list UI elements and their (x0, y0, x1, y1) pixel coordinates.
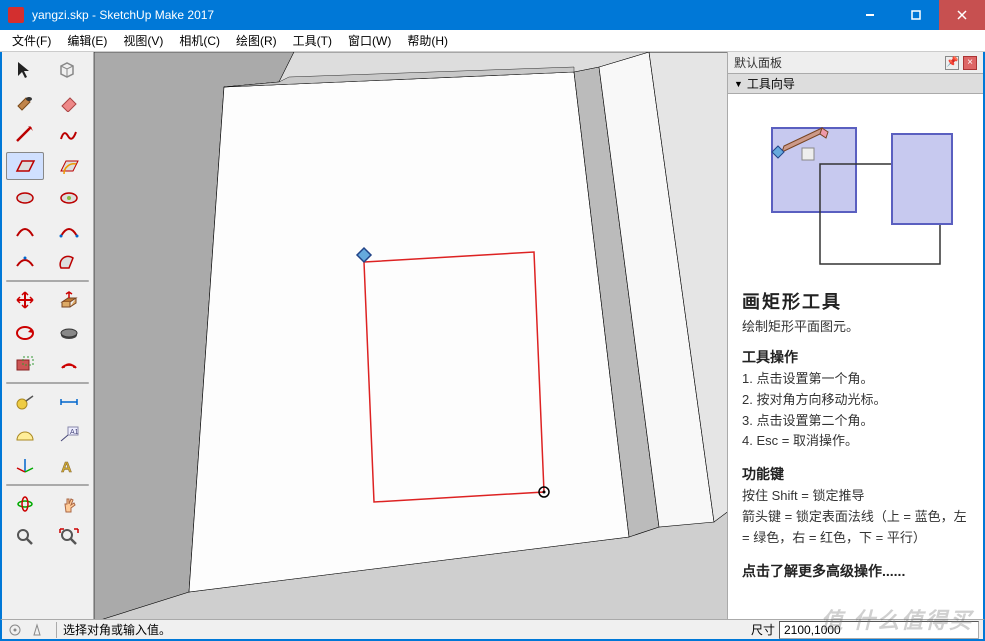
window-controls (847, 0, 985, 30)
step-4: 4. Esc = 取消操作。 (742, 431, 969, 452)
default-tray: 默认面板 📌 × ▼ 工具向导 画矩形工具 绘制矩形平 (727, 52, 983, 619)
paint-tool[interactable] (6, 88, 44, 116)
eraser-tool[interactable] (50, 88, 88, 116)
step-3: 3. 点击设置第二个角。 (742, 411, 969, 432)
sep1 (6, 280, 89, 282)
menu-draw[interactable]: 绘图(R) (228, 30, 285, 51)
modifier-keys-text: 按住 Shift = 锁定推导 箭头键 = 锁定表面法线（上 = 蓝色，左 = … (742, 486, 969, 548)
rotate-tool[interactable] (6, 318, 44, 346)
menu-bar: 文件(F) 编辑(E) 视图(V) 相机(C) 绘图(R) 工具(T) 窗口(W… (0, 30, 985, 52)
offset-tool[interactable] (50, 350, 88, 378)
tray-close-icon[interactable]: × (963, 56, 977, 70)
sep3 (6, 484, 89, 486)
instructor-body: 画矩形工具 绘制矩形平面图元。 工具操作 1. 点击设置第一个角。 2. 按对角… (728, 94, 983, 619)
tool-description: 绘制矩形平面图元。 (742, 316, 969, 335)
credits-icon[interactable] (28, 621, 46, 639)
3dtext-tool[interactable]: A (50, 452, 88, 480)
learn-more-link[interactable]: 点击了解更多高级操作...... (742, 561, 969, 581)
rectangle-tool[interactable] (6, 152, 44, 180)
menu-tools[interactable]: 工具(T) (285, 30, 340, 51)
protractor-tool[interactable] (6, 420, 44, 448)
pin-icon[interactable]: 📌 (945, 56, 959, 70)
zoom-extents-tool[interactable] (50, 522, 88, 550)
operation-heading: 工具操作 (742, 347, 969, 367)
menu-camera[interactable]: 相机(C) (171, 30, 228, 51)
menu-view[interactable]: 视图(V) (115, 30, 171, 51)
measurement-input[interactable] (779, 621, 979, 639)
freehand-tool[interactable] (50, 120, 88, 148)
menu-file[interactable]: 文件(F) (4, 30, 59, 51)
collapse-icon: ▼ (734, 79, 743, 89)
line-tool[interactable] (6, 120, 44, 148)
instructor-diagram (742, 104, 969, 274)
tool-name-heading: 画矩形工具 (742, 288, 969, 314)
window-title: yangzi.skp - SketchUp Make 2017 (32, 8, 847, 22)
text-tool[interactable]: A1 (50, 420, 88, 448)
tape-tool[interactable] (6, 388, 44, 416)
svg-text:A: A (61, 459, 72, 476)
zoom-tool[interactable] (6, 522, 44, 550)
app-icon (8, 7, 24, 23)
move-tool[interactable] (6, 286, 44, 314)
menu-edit[interactable]: 编辑(E) (59, 30, 115, 51)
title-bar: yangzi.skp - SketchUp Make 2017 (0, 0, 985, 30)
measurement-label: 尺寸 (751, 621, 775, 638)
operation-steps: 1. 点击设置第一个角。 2. 按对角方向移动光标。 3. 点击设置第二个角。 … (742, 369, 969, 452)
scale-tool[interactable] (6, 350, 44, 378)
maximize-button[interactable] (893, 0, 939, 30)
pan-tool[interactable] (50, 490, 88, 518)
svg-text:A1: A1 (70, 429, 79, 436)
circle-tool[interactable] (6, 184, 44, 212)
3point-arc-tool[interactable] (6, 248, 44, 276)
followme-tool[interactable] (50, 318, 88, 346)
minimize-button[interactable] (847, 0, 893, 30)
orbit-tool[interactable] (6, 490, 44, 518)
tray-header[interactable]: 默认面板 📌 × (728, 52, 983, 74)
close-button[interactable] (939, 0, 985, 30)
instructor-title: 工具向导 (747, 75, 795, 92)
polygon-tool[interactable] (50, 184, 88, 212)
step-2: 2. 按对角方向移动光标。 (742, 390, 969, 411)
dimension-tool[interactable] (50, 388, 88, 416)
status-bar: 选择对角或输入值。 尺寸 (0, 619, 985, 641)
menu-help[interactable]: 帮助(H) (399, 30, 456, 51)
menu-window[interactable]: 窗口(W) (340, 30, 399, 51)
geolocation-icon[interactable] (6, 621, 24, 639)
make-component-tool[interactable] (50, 56, 88, 84)
toolbar: A1 A (2, 52, 94, 619)
select-tool[interactable] (6, 56, 44, 84)
pushpull-tool[interactable] (50, 286, 88, 314)
modeling-viewport[interactable] (94, 52, 727, 619)
sep2 (6, 382, 89, 384)
instructor-panel-header[interactable]: ▼ 工具向导 (728, 74, 983, 94)
arc-tool[interactable] (6, 216, 44, 244)
2point-arc-tool[interactable] (50, 216, 88, 244)
step-1: 1. 点击设置第一个角。 (742, 369, 969, 390)
tray-title: 默认面板 (734, 54, 782, 71)
status-prompt: 选择对角或输入值。 (63, 621, 751, 638)
rotated-rectangle-tool[interactable] (50, 152, 88, 180)
pie-arc-tool[interactable] (50, 248, 88, 276)
axes-tool[interactable] (6, 452, 44, 480)
modifier-keys-heading: 功能键 (742, 464, 969, 484)
